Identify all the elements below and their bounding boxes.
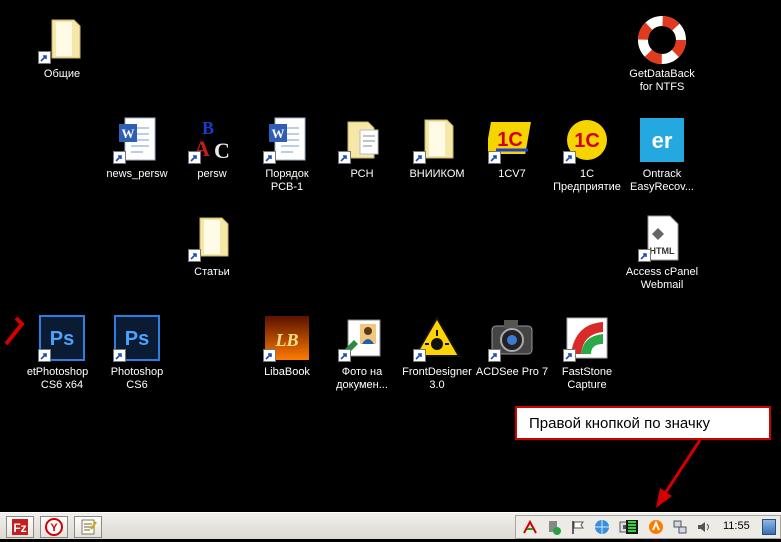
yandex-browser-icon: Y xyxy=(45,518,63,536)
annotation-arrow-icon xyxy=(656,439,702,508)
taskbar-filezilla-button[interactable]: Fz xyxy=(6,516,34,538)
network-icon[interactable] xyxy=(672,519,688,535)
svg-text:Y: Y xyxy=(50,522,58,534)
taskbar: Fz Y 11:55 xyxy=(0,512,781,539)
avast-icon[interactable] xyxy=(648,519,664,535)
svg-text:Fz: Fz xyxy=(13,521,26,535)
clock[interactable]: 11:55 xyxy=(723,520,750,532)
action-center-flag-icon[interactable] xyxy=(570,519,586,535)
monitor-bars-icon[interactable] xyxy=(624,519,640,535)
safely-remove-icon[interactable] xyxy=(546,519,562,535)
desktop: Общие GetDataBack for NTFS W news_persw … xyxy=(0,0,781,512)
notepad-icon xyxy=(81,519,97,535)
taskbar-yandex-browser-button[interactable]: Y xyxy=(40,516,68,538)
taskbar-notepad-button[interactable] xyxy=(74,516,102,538)
language-icon[interactable] xyxy=(522,519,538,535)
system-tray: 11:55 xyxy=(515,515,781,539)
network-globe-icon[interactable] xyxy=(594,519,610,535)
filezilla-icon: Fz xyxy=(12,519,28,535)
show-desktop-button[interactable] xyxy=(762,519,776,535)
volume-icon[interactable] xyxy=(696,519,712,535)
